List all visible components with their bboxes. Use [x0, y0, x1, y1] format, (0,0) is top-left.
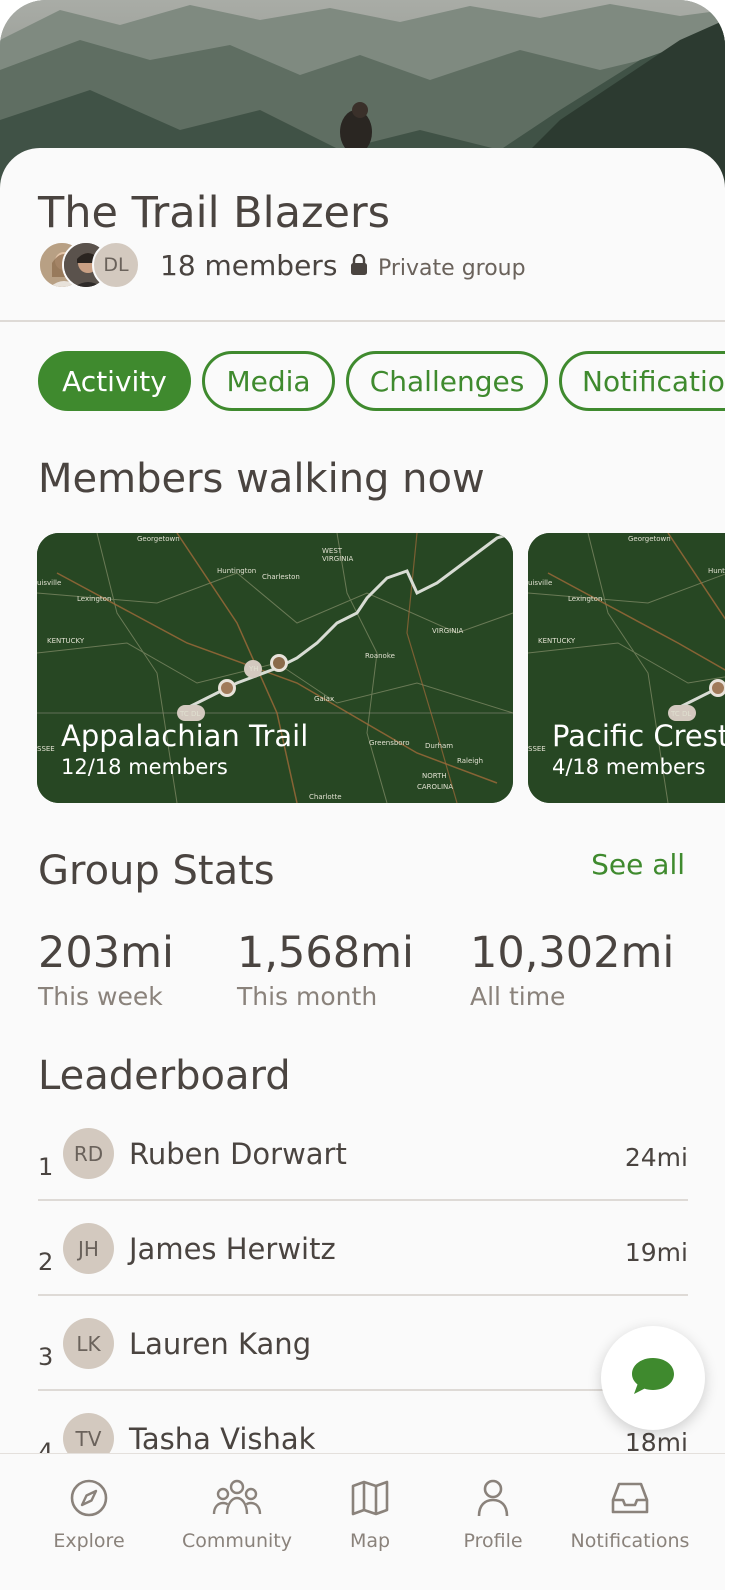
svg-text:WEST: WEST — [322, 547, 343, 555]
member-name: James Herwitz — [129, 1232, 336, 1266]
nav-label: Profile — [463, 1530, 523, 1552]
divider — [38, 1389, 688, 1391]
trail-name: Pacific Crest Trail — [552, 719, 725, 753]
member-name: Ruben Dorwart — [129, 1137, 347, 1171]
svg-text:uisville: uisville — [37, 579, 61, 587]
rank: 1 — [38, 1153, 54, 1181]
privacy-text: Private group — [378, 255, 526, 281]
trail-name: Appalachian Trail — [61, 719, 309, 753]
svg-text:Galax: Galax — [314, 695, 334, 703]
nav-label: Map — [349, 1530, 391, 1552]
avatar-dl: DL — [92, 241, 140, 289]
nav-label: Explore — [53, 1530, 125, 1552]
group-tabs: Activity Media Challenges Notifications — [38, 351, 725, 411]
privacy-label: Private group — [350, 253, 526, 282]
svg-text:Lexington: Lexington — [77, 595, 111, 603]
chat-bubble-icon — [630, 1356, 676, 1400]
svg-text:SSEE: SSEE — [528, 745, 546, 753]
rank: 2 — [38, 1248, 54, 1276]
svg-text:Huntington: Huntington — [217, 567, 256, 575]
nav-label: Community — [182, 1530, 292, 1552]
group-stats-heading: Group Stats — [38, 848, 275, 894]
trail-member-count: 12/18 members — [61, 755, 228, 779]
member-distance: 19mi — [624, 1238, 688, 1267]
svg-text:VIRGINIA: VIRGINIA — [322, 555, 354, 563]
avatar: RD — [63, 1128, 114, 1179]
compass-icon — [69, 1478, 109, 1522]
trail-card-pacific-crest[interactable]: Georgetown Hunt Lexington KENTUCKY uisvi… — [528, 533, 725, 803]
stat-label: All time — [470, 982, 566, 1011]
member-name: Lauren Kang — [129, 1327, 312, 1361]
stat-label: This month — [237, 982, 378, 1011]
svg-text:Hunt: Hunt — [708, 567, 725, 575]
nav-explore[interactable]: Explore — [19, 1478, 159, 1552]
tab-media[interactable]: Media — [202, 351, 335, 411]
people-icon — [211, 1478, 263, 1522]
svg-text:VIRGINIA: VIRGINIA — [432, 627, 464, 635]
svg-text:CAROLINA: CAROLINA — [417, 783, 453, 791]
map-icon — [350, 1478, 390, 1522]
avatar: JH — [63, 1223, 114, 1274]
app-screen: The Trail Blazers DL 18 members Private … — [0, 0, 725, 1590]
svg-text:Georgetown: Georgetown — [137, 535, 180, 543]
members-walking-heading: Members walking now — [38, 456, 485, 502]
svg-text:KENTUCKY: KENTUCKY — [47, 637, 85, 645]
nav-label: Notifications — [570, 1530, 690, 1552]
tab-notifications[interactable]: Notifications — [559, 351, 725, 411]
member-name: Tasha Vishak — [129, 1422, 316, 1456]
svg-text:uisville: uisville — [528, 579, 552, 587]
svg-text:NORTH: NORTH — [422, 772, 447, 780]
nav-notifications[interactable]: Notifications — [560, 1478, 700, 1552]
tab-challenges[interactable]: Challenges — [346, 351, 548, 411]
svg-text:YH: YH — [248, 665, 259, 673]
avatar: LK — [63, 1318, 114, 1369]
nav-community[interactable]: Community — [167, 1478, 307, 1552]
svg-text:TC DL: TC DL — [670, 710, 691, 718]
svg-text:SSEE: SSEE — [37, 745, 55, 753]
inbox-icon — [609, 1478, 651, 1522]
person-icon — [473, 1478, 513, 1522]
stat-value: 203mi — [38, 928, 174, 978]
chat-button[interactable] — [601, 1326, 705, 1430]
member-avatars[interactable]: DL — [38, 241, 148, 291]
trail-card-appalachian[interactable]: Georgetown Huntington Charleston WEST VI… — [37, 533, 513, 803]
leaderboard-row[interactable]: 3 LK Lauren Kang — [38, 1313, 688, 1408]
svg-text:Georgetown: Georgetown — [628, 535, 671, 543]
stat-value: 10,302mi — [470, 928, 675, 978]
leaderboard-heading: Leaderboard — [38, 1053, 291, 1099]
group-title: The Trail Blazers — [38, 188, 391, 238]
stat-all-time: 10,302mi All time — [470, 928, 674, 1011]
leaderboard-row[interactable]: 2 JH James Herwitz 19mi — [38, 1218, 688, 1313]
divider — [38, 1199, 688, 1201]
svg-text:Greensboro: Greensboro — [369, 739, 410, 747]
svg-text:Lexington: Lexington — [568, 595, 602, 603]
svg-text:Raleigh: Raleigh — [457, 757, 483, 765]
tab-activity[interactable]: Activity — [38, 351, 191, 411]
nav-map[interactable]: Map — [300, 1478, 440, 1552]
lock-icon — [350, 253, 368, 282]
stat-value: 1,568mi — [237, 928, 414, 978]
leaderboard-row[interactable]: 1 RD Ruben Dorwart 24mi — [38, 1123, 688, 1218]
bottom-nav: Explore Community Map Profile Notificati… — [0, 1453, 725, 1590]
trail-member-count: 4/18 members — [552, 755, 706, 779]
member-count[interactable]: 18 members — [160, 249, 337, 282]
stat-this-month: 1,568mi This month — [237, 928, 414, 1011]
svg-text:KENTUCKY: KENTUCKY — [538, 637, 576, 645]
svg-text:Roanoke: Roanoke — [365, 652, 395, 660]
rank: 3 — [38, 1343, 54, 1371]
svg-text:Charlotte: Charlotte — [309, 793, 342, 801]
nav-profile[interactable]: Profile — [423, 1478, 563, 1552]
divider — [38, 1294, 688, 1296]
member-distance: 24mi — [624, 1143, 688, 1172]
stat-label: This week — [38, 982, 163, 1011]
svg-text:Charleston: Charleston — [262, 573, 300, 581]
divider — [0, 320, 725, 322]
stat-this-week: 203mi This week — [38, 928, 174, 1011]
see-all-link[interactable]: See all — [591, 848, 685, 881]
svg-text:Durham: Durham — [425, 742, 453, 750]
svg-text:TC DL: TC DL — [179, 710, 200, 718]
